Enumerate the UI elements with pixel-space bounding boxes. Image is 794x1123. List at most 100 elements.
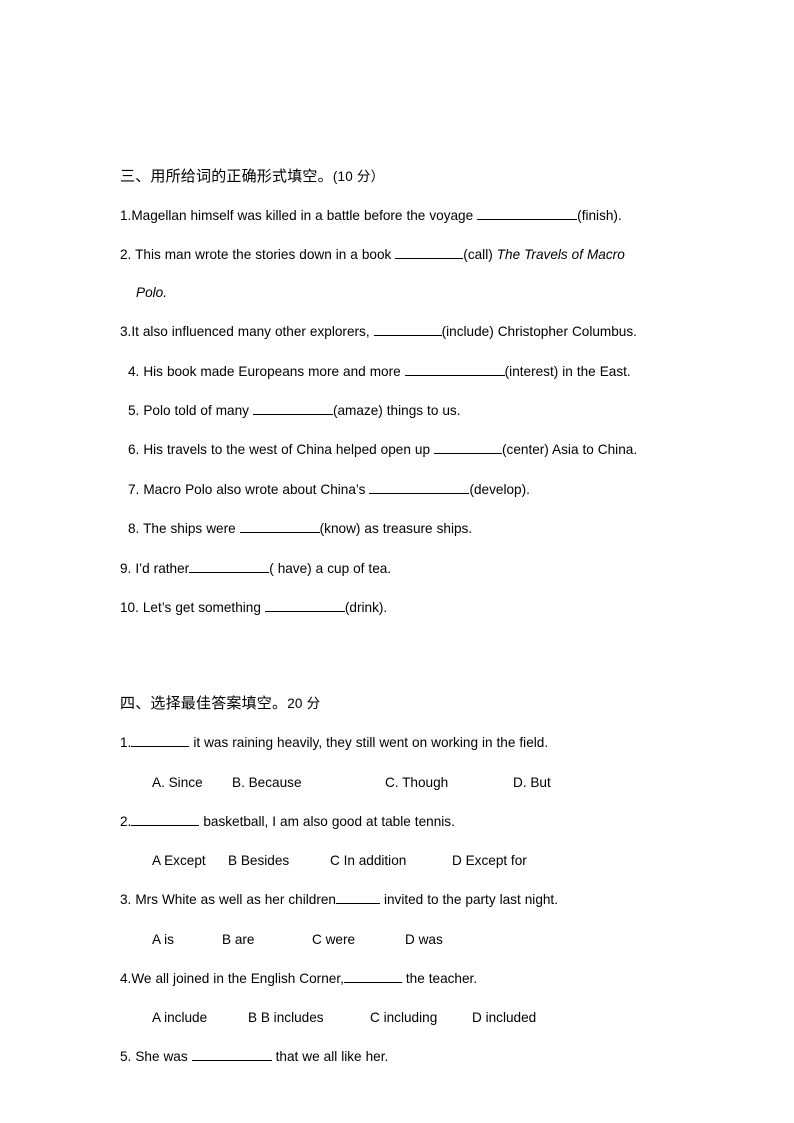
worksheet-page: 三、用所给词的正确形式填空。(10 分） 1.Magellan himself …: [0, 0, 794, 1123]
answer-blank[interactable]: [434, 441, 502, 455]
answer-blank[interactable]: [335, 891, 380, 905]
choice-question-2: 2. basketball, I am also good at table t…: [120, 812, 684, 832]
question-number: 2.: [120, 813, 132, 829]
choice-question-4: 4.We all joined in the English Corner, t…: [120, 969, 684, 989]
item-text-before: Let’s get something: [142, 599, 265, 615]
item-text-after: (amaze) things to us.: [332, 402, 461, 418]
item-text-before: Polo told of many: [143, 402, 253, 418]
item-text-before: I’d rather: [135, 560, 190, 576]
item-title-italic: The Travels of Macro: [496, 247, 625, 263]
section-four-heading: 四、选择最佳答案填空。20 分: [120, 693, 684, 715]
section-four-heading-cn: 四、选择最佳答案填空。: [120, 694, 288, 713]
item-text-after: ( have) a cup of tea.: [269, 560, 392, 576]
question-number: 3.: [120, 892, 136, 908]
item-number: 6.: [128, 442, 144, 458]
question-number: 4.: [120, 970, 132, 986]
item-number: 8.: [128, 521, 144, 537]
option-a[interactable]: A Except: [152, 851, 206, 871]
answer-blank[interactable]: [477, 207, 578, 221]
question-number: 5.: [120, 1048, 136, 1064]
item-text-after: (finish).: [577, 208, 622, 224]
item-text-before: It also influenced many other explorers,: [131, 324, 374, 340]
option-b[interactable]: B B includes: [248, 1008, 324, 1028]
answer-blank[interactable]: [239, 520, 320, 534]
answer-blank[interactable]: [343, 969, 402, 983]
fill-blank-item-4: 4. His book made Europeans more and more…: [120, 362, 684, 382]
fill-blank-item-1: 1.Magellan himself was killed in a battl…: [120, 206, 684, 226]
fill-blank-item-2: 2. This man wrote the stories down in a …: [120, 245, 684, 265]
fill-blank-item-2-continuation: Polo.: [136, 284, 167, 300]
item-text-after: (include) Christopher Columbus.: [441, 324, 637, 340]
option-c[interactable]: C. Though: [385, 773, 448, 793]
answer-blank[interactable]: [131, 812, 200, 826]
item-text-before: The ships were: [143, 521, 240, 537]
choice-options-4: A include B B includes C including D inc…: [120, 1008, 684, 1028]
item-number: 4.: [128, 363, 144, 379]
item-number: 9.: [120, 560, 136, 576]
item-text-before: Magellan himself was killed in a battle …: [131, 208, 478, 224]
answer-blank[interactable]: [404, 362, 505, 376]
item-text-after: (center) Asia to China.: [502, 442, 638, 458]
item-number: 5.: [128, 402, 144, 418]
question-text-before: We all joined in the English Corner,: [131, 970, 344, 986]
item-number: 3.: [120, 324, 132, 340]
answer-blank[interactable]: [395, 246, 464, 260]
choice-options-2: A Except B Besides C In addition D Excep…: [120, 851, 684, 871]
fill-blank-item-3: 3. It also influenced many other explore…: [120, 322, 684, 342]
option-b[interactable]: B are: [222, 930, 255, 950]
option-a[interactable]: A. Since: [152, 773, 203, 793]
option-d[interactable]: D included: [472, 1008, 536, 1028]
option-c[interactable]: C In addition: [330, 851, 406, 871]
item-text-after: (call): [463, 247, 497, 263]
option-a[interactable]: A include: [152, 1008, 207, 1028]
choice-question-5: 5. She was that we all like her.: [120, 1047, 684, 1067]
fill-blank-item-7: 7. Macro Polo also wrote about China’s (…: [120, 480, 684, 500]
answer-blank[interactable]: [373, 323, 442, 337]
item-text-after: (develop).: [469, 481, 530, 497]
answer-blank[interactable]: [189, 559, 270, 573]
choice-question-1: 1. it was raining heavily, they still we…: [120, 733, 684, 753]
answer-blank[interactable]: [264, 598, 345, 612]
answer-blank[interactable]: [252, 401, 333, 415]
item-text-after: (interest) in the East.: [504, 363, 631, 379]
item-text-before: His travels to the west of China helped …: [143, 442, 434, 458]
answer-blank[interactable]: [191, 1047, 272, 1061]
question-text-after: the teacher.: [401, 970, 478, 986]
section-divider-space: [120, 637, 684, 693]
item-number: 10.: [120, 599, 143, 615]
section-four-score: 20 分: [287, 696, 321, 712]
option-c[interactable]: C were: [312, 930, 355, 950]
question-text-after: it was raining heavily, they still went …: [189, 735, 549, 751]
option-d[interactable]: D Except for: [452, 851, 527, 871]
option-d[interactable]: D was: [405, 930, 443, 950]
question-text-before: She was: [135, 1048, 192, 1064]
fill-blank-item-5: 5. Polo told of many (amaze) things to u…: [120, 401, 684, 421]
option-b[interactable]: B Besides: [228, 851, 289, 871]
section-three-heading: 三、用所给词的正确形式填空。(10 分）: [120, 166, 684, 188]
item-number: 1.: [120, 208, 132, 224]
option-c[interactable]: C including: [370, 1008, 437, 1028]
fill-blank-item-9: 9. I’d rather ( have) a cup of tea.: [120, 559, 684, 579]
fill-blank-item-6: 6. His travels to the west of China help…: [120, 440, 684, 460]
document-content: 三、用所给词的正确形式填空。(10 分） 1.Magellan himself …: [120, 166, 684, 1086]
option-b[interactable]: B. Because: [232, 773, 302, 793]
section-three-score: (10 分）: [332, 169, 385, 184]
choice-question-3: 3. Mrs White as well as her children inv…: [120, 890, 684, 910]
choice-options-1: A. Since B. Because C. Though D. But: [120, 773, 684, 793]
answer-blank[interactable]: [131, 734, 190, 748]
answer-blank[interactable]: [369, 480, 470, 494]
question-text-after: basketball, I am also good at table tenn…: [199, 813, 455, 829]
item-number: 2.: [120, 247, 136, 263]
option-a[interactable]: A is: [152, 930, 174, 950]
section-three-heading-cn: 三、用所给词的正确形式填空。: [120, 167, 333, 185]
question-number: 1.: [120, 735, 132, 751]
item-text-before: Macro Polo also wrote about China’s: [143, 481, 370, 497]
item-text-before: His book made Europeans more and more: [143, 363, 405, 379]
item-text-after: (know) as treasure ships.: [319, 521, 473, 537]
item-text-after: (drink).: [344, 599, 388, 615]
choice-options-3: A is B are C were D was: [120, 930, 684, 950]
option-d[interactable]: D. But: [513, 773, 551, 793]
item-number: 7.: [128, 481, 144, 497]
question-text-after: invited to the party last night.: [379, 892, 558, 908]
question-text-after: that we all like her.: [271, 1048, 389, 1064]
